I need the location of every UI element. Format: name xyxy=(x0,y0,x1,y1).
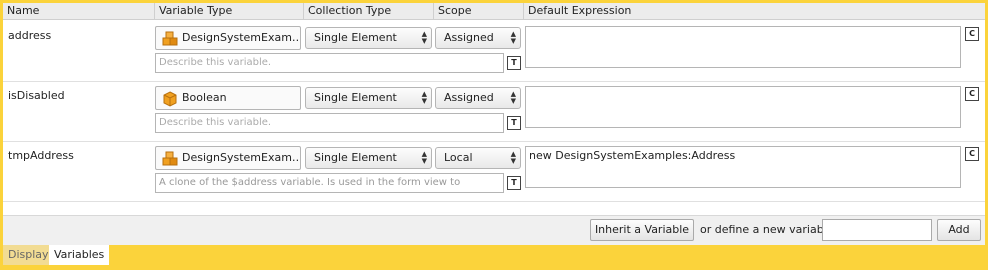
select-arrows-icon: ▲ ▼ xyxy=(421,150,427,165)
select-arrows-icon: ▲ ▼ xyxy=(421,30,427,45)
scope-select[interactable]: Assigned ▲ ▼ xyxy=(435,27,521,49)
scope-value: Assigned xyxy=(444,91,494,104)
description-input[interactable]: Describe this variable. xyxy=(155,113,504,133)
scope-select[interactable]: Local ▲ ▼ xyxy=(435,147,521,169)
column-header-collection-type[interactable]: Collection Type xyxy=(304,3,434,19)
variable-type-label: DesignSystemExam… xyxy=(182,31,301,44)
default-expression-input[interactable]: new DesignSystemExamples:Address xyxy=(525,146,961,188)
scope-value: Local xyxy=(444,151,473,164)
default-expression-input[interactable] xyxy=(525,26,961,68)
scope-select[interactable]: Assigned ▲ ▼ xyxy=(435,87,521,109)
boolean-cube-icon xyxy=(162,91,178,109)
code-edit-icon[interactable]: C xyxy=(965,147,979,161)
select-arrows-icon: ▲ ▼ xyxy=(510,30,516,45)
variable-type-button[interactable]: Boolean xyxy=(155,86,301,110)
collection-type-value: Single Element xyxy=(314,31,397,44)
variable-type-button[interactable]: DesignSystemExam… xyxy=(155,146,301,170)
scope-value: Assigned xyxy=(444,31,494,44)
column-header-name[interactable]: Name xyxy=(3,3,155,19)
collection-type-value: Single Element xyxy=(314,91,397,104)
text-edit-icon[interactable]: T xyxy=(507,56,521,70)
collection-type-value: Single Element xyxy=(314,151,397,164)
new-variable-input[interactable] xyxy=(822,219,932,241)
collection-type-select[interactable]: Single Element ▲ ▼ xyxy=(305,27,432,49)
description-input[interactable]: Describe this variable. xyxy=(155,53,504,73)
select-arrows-icon: ▲ ▼ xyxy=(510,90,516,105)
footer-bar: Inherit a Variable or define a new varia… xyxy=(3,215,985,245)
text-edit-icon[interactable]: T xyxy=(507,116,521,130)
select-arrows-icon: ▲ ▼ xyxy=(510,150,516,165)
entity-cluster-icon xyxy=(162,151,178,169)
tab-variables[interactable]: Variables xyxy=(49,245,110,265)
variable-type-label: Boolean xyxy=(182,91,227,104)
variable-name: isDisabled xyxy=(8,89,65,102)
variable-type-button[interactable]: DesignSystemExam… xyxy=(155,26,301,50)
code-edit-icon[interactable]: C xyxy=(965,87,979,101)
column-header-row: Name Variable Type Collection Type Scope… xyxy=(3,3,985,20)
row-divider xyxy=(3,201,985,202)
text-edit-icon[interactable]: T xyxy=(507,176,521,190)
row-divider xyxy=(3,81,985,82)
description-input[interactable]: A clone of the $address variable. Is use… xyxy=(155,173,504,193)
default-expression-input[interactable] xyxy=(525,86,961,128)
column-header-scope[interactable]: Scope xyxy=(434,3,524,19)
tab-display[interactable]: Display xyxy=(3,245,54,265)
define-new-variable-label: or define a new variable: xyxy=(700,223,838,236)
collection-type-select[interactable]: Single Element ▲ ▼ xyxy=(305,147,432,169)
select-arrows-icon: ▲ ▼ xyxy=(421,90,427,105)
collection-type-select[interactable]: Single Element ▲ ▼ xyxy=(305,87,432,109)
variables-panel: Name Variable Type Collection Type Scope… xyxy=(3,3,985,245)
variable-type-label: DesignSystemExam… xyxy=(182,151,301,164)
entity-cluster-icon xyxy=(162,31,178,49)
column-header-variable-type[interactable]: Variable Type xyxy=(155,3,304,19)
variable-name: tmpAddress xyxy=(8,149,74,162)
inherit-variable-button[interactable]: Inherit a Variable xyxy=(590,219,694,241)
column-header-default-expression[interactable]: Default Expression xyxy=(524,3,985,19)
code-edit-icon[interactable]: C xyxy=(965,27,979,41)
row-divider xyxy=(3,141,985,142)
variable-name: address xyxy=(8,29,52,42)
add-button[interactable]: Add xyxy=(937,219,981,241)
